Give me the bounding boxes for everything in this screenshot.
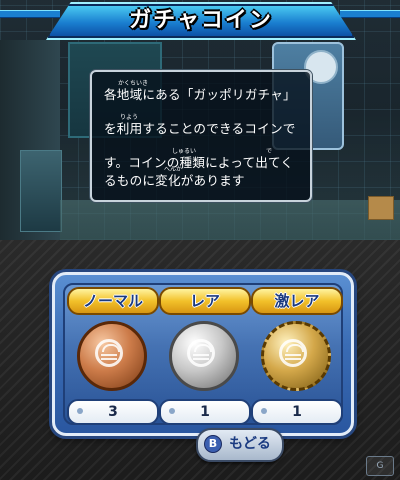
coin-column-rare: レア 1 [159,287,251,427]
watermark-logo-icon: G [366,456,394,476]
description-line-2: を利用することのできるコインで [104,121,296,136]
top-screen: ガチャコイン かくちいき 各地域にある「ガッポリガチャ」 りよう を利用すること… [0,0,400,240]
normal-coin-icon [77,321,147,391]
coin-label-rare: レア [159,287,251,315]
super-rare-coin-icon [261,321,331,391]
coin-column-super-rare: 激レア 1 [251,287,343,427]
title-bar-left [0,10,60,18]
title-bar-right [340,10,400,18]
b-button-icon: B [204,435,222,453]
coin-label-super-rare: 激レア [251,287,343,315]
description-line-3: す。コインの種類によって出てく [104,155,294,170]
coin-column-normal: ノーマル 3 [67,287,159,427]
back-button-label: もどる [229,436,271,452]
coin-emblem-icon [187,339,215,367]
title-banner: ガチャコイン [46,2,356,40]
description-line-1: 各地域にある「ガッポリガチャ」 [104,87,296,102]
description-line-4: るものに変化があります [104,173,245,188]
coin-emblem-icon [95,339,123,367]
coin-count-rare: 1 [159,399,251,425]
back-button[interactable]: B もどる [196,428,284,462]
description-box: かくちいき 各地域にある「ガッポリガチャ」 りよう を利用することのできるコイン… [90,70,312,202]
room-pillar [20,150,62,232]
page-title: ガチャコイン [129,8,273,33]
rare-coin-icon [169,321,239,391]
room-floor [60,200,400,240]
coin-count-super-rare: 1 [251,399,343,425]
coin-panel: ノーマル 3 レア 1 激レア 1 [52,272,354,436]
coin-count-normal: 3 [67,399,159,425]
bottom-screen: ノーマル 3 レア 1 激レア 1 B もどる G [0,240,400,480]
coin-emblem-icon [279,339,307,367]
room-box [368,196,394,220]
coin-label-normal: ノーマル [67,287,159,315]
